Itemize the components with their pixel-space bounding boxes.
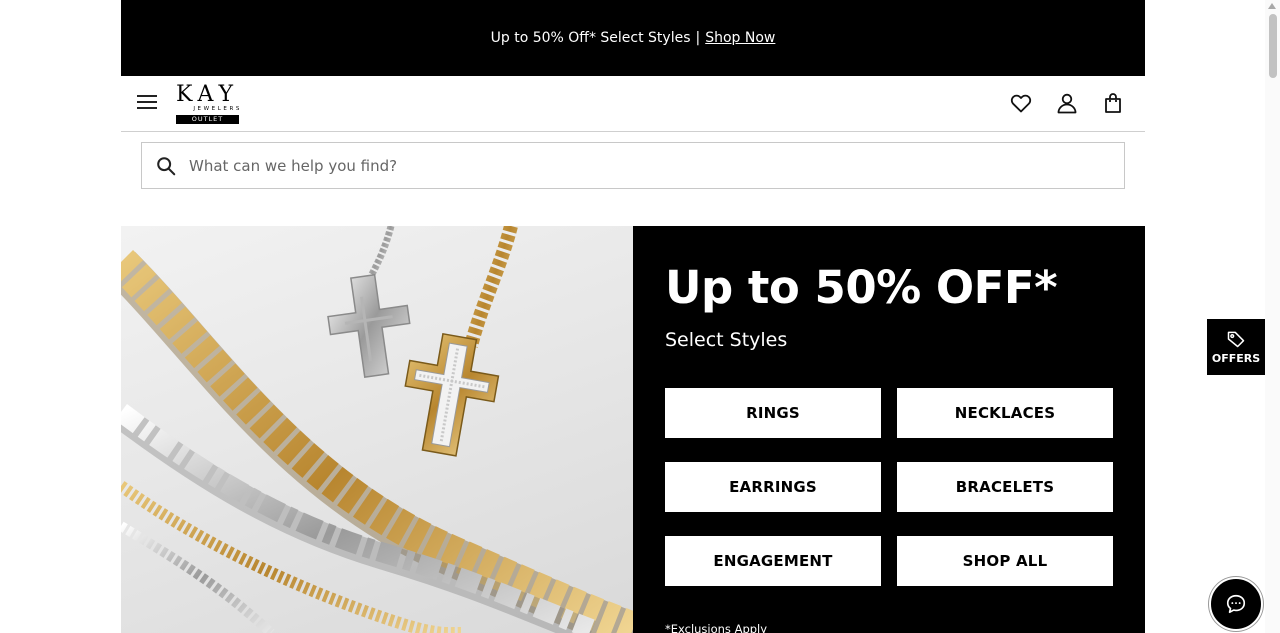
offers-label: OFFERS xyxy=(1211,352,1261,365)
offers-tab[interactable]: OFFERS xyxy=(1207,319,1265,375)
hero-jewelry-image[interactable] xyxy=(121,226,633,633)
logo-badge: OUTLET xyxy=(176,115,239,124)
necklaces-button[interactable]: NECKLACES xyxy=(897,388,1113,438)
scrollbar-thumb[interactable] xyxy=(1269,14,1277,78)
earrings-button[interactable]: EARRINGS xyxy=(665,462,881,512)
promo-panel: Up to 50% OFF* Select Styles RINGS NECKL… xyxy=(633,226,1145,633)
menu-icon[interactable] xyxy=(137,92,157,112)
search-icon[interactable] xyxy=(155,155,177,177)
bracelets-button[interactable]: BRACELETS xyxy=(897,462,1113,512)
scroll-up-arrow[interactable] xyxy=(1268,3,1276,9)
promo-separator: | xyxy=(695,30,701,46)
header-actions xyxy=(1009,91,1125,115)
page: Up to 50% Off* Select Styles | Shop Now … xyxy=(121,0,1145,633)
hero-headline: Up to 50% OFF* xyxy=(665,261,1058,314)
rings-button[interactable]: RINGS xyxy=(665,388,881,438)
jewelry-illustration xyxy=(121,226,633,633)
logo-subtitle: JEWELERS xyxy=(193,106,242,112)
search-input[interactable] xyxy=(189,145,1124,186)
heart-icon[interactable] xyxy=(1009,91,1033,115)
promo-text: Up to 50% Off* Select Styles xyxy=(490,30,691,46)
tag-icon xyxy=(1227,331,1245,348)
shop-all-button[interactable]: SHOP ALL xyxy=(897,536,1113,586)
site-header: KAY JEWELERS OUTLET xyxy=(121,76,1145,132)
engagement-button[interactable]: ENGAGEMENT xyxy=(665,536,881,586)
chat-icon xyxy=(1226,594,1246,614)
user-icon[interactable] xyxy=(1055,91,1079,115)
search-bar[interactable] xyxy=(141,142,1125,189)
promo-bar: Up to 50% Off* Select Styles | Shop Now xyxy=(121,0,1145,76)
bag-icon[interactable] xyxy=(1101,91,1125,115)
kay-logo[interactable]: KAY JEWELERS OUTLET xyxy=(176,84,242,124)
page-scrollbar[interactable] xyxy=(1265,0,1280,633)
chat-button[interactable] xyxy=(1209,577,1263,631)
hero-subheadline: Select Styles xyxy=(665,329,788,351)
logo-brand: KAY xyxy=(176,82,240,107)
category-grid: RINGS NECKLACES EARRINGS BRACELETS ENGAG… xyxy=(665,388,1113,586)
shop-now-link[interactable]: Shop Now xyxy=(705,30,775,46)
hero-banner: Up to 50% OFF* Select Styles RINGS NECKL… xyxy=(121,226,1145,633)
exclusions-note: *Exclusions Apply xyxy=(665,622,768,633)
